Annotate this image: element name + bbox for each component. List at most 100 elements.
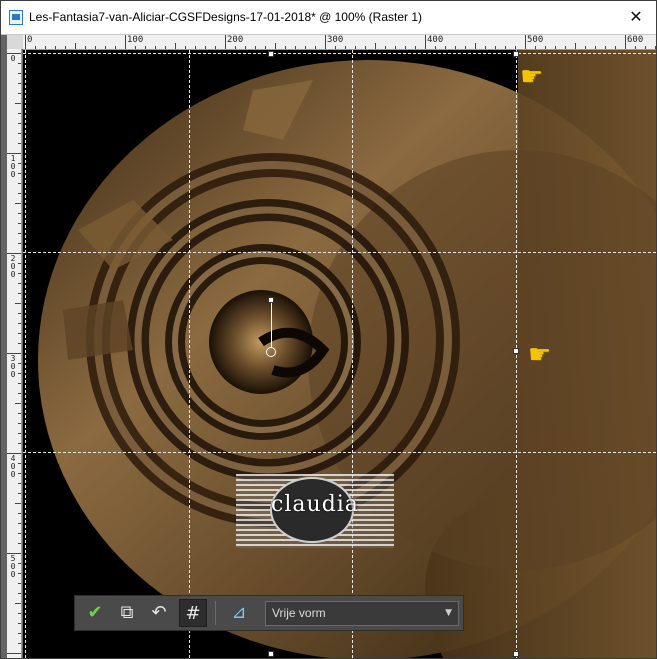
resize-handle-top[interactable] bbox=[268, 51, 274, 57]
ruler-tick bbox=[18, 173, 21, 174]
ruler-tick bbox=[235, 46, 236, 49]
ruler-tick bbox=[565, 46, 566, 49]
ruler-tick bbox=[15, 203, 21, 204]
ruler-tick bbox=[255, 46, 256, 49]
guide-horizontal-2[interactable] bbox=[23, 452, 656, 453]
ruler-corner bbox=[7, 35, 23, 49]
watermark-text: claudia bbox=[271, 492, 359, 517]
ruler-tick bbox=[445, 46, 446, 49]
rotation-line bbox=[271, 303, 272, 348]
guide-vertical-1[interactable] bbox=[189, 50, 190, 658]
ruler-tick bbox=[18, 343, 21, 344]
checkmark-icon[interactable]: ✔ bbox=[81, 599, 109, 627]
ruler-tick bbox=[485, 46, 486, 49]
ruler-tick bbox=[215, 46, 216, 49]
vertical-ruler[interactable]: 0 100 200 300 400 500 bbox=[7, 49, 22, 658]
ruler-tick bbox=[455, 46, 456, 49]
ruler-tick bbox=[18, 323, 21, 324]
title-bar[interactable]: Les-Fantasia7-van-Aliciar-CGSFDesigns-17… bbox=[1, 1, 656, 35]
ruler-tick bbox=[18, 473, 21, 474]
ruler-label: 300 bbox=[327, 35, 344, 45]
ruler-tick bbox=[18, 83, 21, 84]
ruler-tick bbox=[18, 223, 21, 224]
ruler-tick bbox=[18, 533, 21, 534]
ruler-tick bbox=[585, 46, 586, 49]
ruler-tick bbox=[265, 46, 266, 49]
ruler-tick bbox=[155, 46, 156, 49]
undo-arrow-icon[interactable]: ↶ bbox=[145, 599, 173, 627]
ruler-tick bbox=[605, 46, 606, 49]
ruler-label: 500 bbox=[527, 35, 544, 45]
ruler-tick bbox=[18, 513, 21, 514]
ruler-tick bbox=[18, 193, 21, 194]
ruler-tick bbox=[75, 43, 76, 49]
ruler-tick bbox=[18, 213, 21, 214]
document-icon bbox=[9, 10, 23, 25]
ruler-tick bbox=[18, 373, 21, 374]
guide-vertical-edge[interactable] bbox=[25, 50, 26, 658]
ruler-tick bbox=[18, 483, 21, 484]
ruler-tick bbox=[315, 46, 316, 49]
guide-vertical-3[interactable] bbox=[516, 50, 517, 658]
ruler-tick bbox=[195, 46, 196, 49]
artwork bbox=[23, 50, 656, 658]
resize-handle-bottom-right[interactable] bbox=[513, 651, 519, 657]
guide-horizontal-edge[interactable] bbox=[23, 53, 656, 54]
horizontal-ruler[interactable]: 0 100 200 300 400 500 600 bbox=[23, 35, 656, 50]
resize-handle-top-right[interactable] bbox=[513, 51, 519, 57]
ruler-tick bbox=[18, 283, 21, 284]
ruler-tick bbox=[305, 46, 306, 49]
ruler-tick bbox=[435, 46, 436, 49]
ruler-tick bbox=[535, 46, 536, 49]
mode-select[interactable]: Vrije vorm ▼ bbox=[265, 601, 459, 626]
ruler-label: 0 bbox=[10, 54, 16, 63]
ruler-label: 400 bbox=[10, 454, 16, 479]
resize-handle-bottom[interactable] bbox=[268, 651, 274, 657]
ruler-tick bbox=[655, 46, 656, 49]
ruler-tick bbox=[465, 46, 466, 49]
ruler-tick bbox=[165, 46, 166, 49]
ruler-tick bbox=[575, 43, 576, 49]
ruler-tick bbox=[18, 363, 21, 364]
ruler-tick bbox=[18, 593, 21, 594]
ruler-label: 100 bbox=[10, 154, 16, 179]
mode-select-value: Vrije vorm bbox=[272, 606, 326, 620]
ruler-tick bbox=[18, 263, 21, 264]
grid-icon[interactable]: # bbox=[179, 599, 207, 627]
ruler-square-icon[interactable]: ⊿ bbox=[225, 599, 253, 627]
ruler-tick bbox=[145, 46, 146, 49]
ruler-label: 200 bbox=[227, 35, 244, 45]
ruler-tick bbox=[15, 403, 21, 404]
ruler-tick bbox=[635, 46, 636, 49]
ruler-tick bbox=[545, 46, 546, 49]
ruler-tick bbox=[595, 46, 596, 49]
watermark-logo: claudia bbox=[236, 474, 394, 548]
ruler-tick bbox=[18, 623, 21, 624]
ruler-tick bbox=[35, 46, 36, 49]
guide-vertical-2[interactable] bbox=[352, 50, 353, 658]
image-window: Les-Fantasia7-van-Aliciar-CGSFDesigns-17… bbox=[0, 0, 657, 659]
ruler-tick bbox=[125, 35, 126, 49]
ruler-tick bbox=[18, 313, 21, 314]
ruler-tick bbox=[18, 583, 21, 584]
ruler-tick bbox=[65, 46, 66, 49]
ruler-tick bbox=[25, 35, 26, 49]
ruler-tick bbox=[395, 46, 396, 49]
ruler-tick bbox=[325, 35, 326, 49]
guide-horizontal-1[interactable] bbox=[23, 252, 656, 253]
pivot-point[interactable] bbox=[266, 347, 276, 357]
ruler-tick bbox=[18, 333, 21, 334]
ruler-tick bbox=[365, 46, 366, 49]
ruler-tick bbox=[105, 46, 106, 49]
ruler-tick bbox=[15, 503, 21, 504]
ruler-label: 100 bbox=[127, 35, 144, 45]
close-button[interactable]: ✕ bbox=[626, 7, 646, 27]
ruler-tick bbox=[55, 46, 56, 49]
ruler-tick bbox=[15, 103, 21, 104]
ruler-tick bbox=[525, 35, 526, 49]
transform-icon[interactable]: ⧉ bbox=[113, 599, 141, 627]
image-canvas[interactable]: ☛ ☛ claudia bbox=[23, 50, 656, 658]
pointing-hand-icon: ☛ bbox=[528, 340, 552, 370]
ruler-tick bbox=[295, 46, 296, 49]
resize-handle-right[interactable] bbox=[513, 348, 519, 354]
